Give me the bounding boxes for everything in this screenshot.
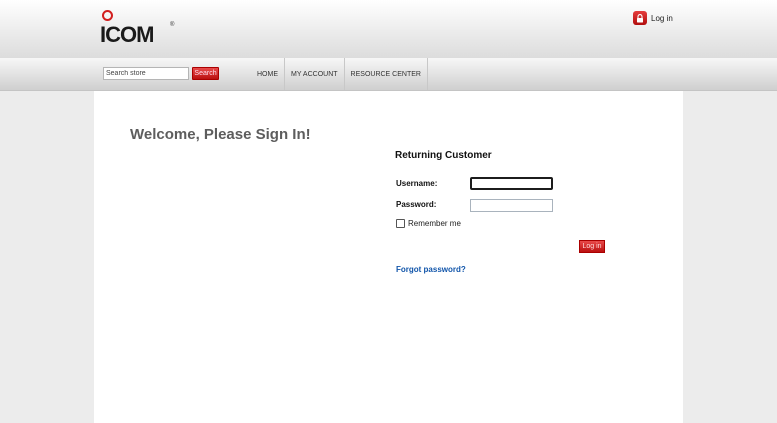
logo-trademark: ® bbox=[170, 22, 175, 28]
username-label: Username: bbox=[396, 179, 438, 188]
main-menu: HOME MY ACCOUNT RESOURCE CENTER bbox=[251, 58, 428, 90]
header-login-label: Log in bbox=[651, 13, 673, 23]
remember-me-checkbox[interactable] bbox=[396, 219, 405, 228]
menu-item-resource-center[interactable]: RESOURCE CENTER bbox=[343, 58, 428, 90]
password-label: Password: bbox=[396, 200, 437, 209]
forgot-password-link[interactable]: Forgot password? bbox=[396, 265, 466, 274]
search-bar: Search bbox=[103, 67, 219, 80]
logo-text: ICOM bbox=[100, 22, 154, 47]
remember-me-label: Remember me bbox=[408, 219, 461, 228]
search-input[interactable] bbox=[103, 67, 189, 80]
menu-item-my-account[interactable]: MY ACCOUNT bbox=[284, 58, 344, 90]
menu-item-home[interactable]: HOME bbox=[251, 58, 284, 90]
username-field[interactable] bbox=[470, 177, 553, 190]
lock-icon bbox=[633, 11, 647, 25]
header-login-link[interactable]: Log in bbox=[633, 10, 673, 26]
logo-ring-icon bbox=[102, 10, 113, 21]
login-submit-button[interactable]: Log in bbox=[579, 240, 605, 253]
search-button[interactable]: Search bbox=[192, 67, 219, 80]
password-field[interactable] bbox=[470, 199, 553, 212]
icom-logo[interactable]: ICOM ® bbox=[100, 10, 180, 47]
remember-me-row: Remember me bbox=[396, 219, 461, 228]
returning-customer-heading: Returning Customer bbox=[395, 150, 492, 161]
page-title: Welcome, Please Sign In! bbox=[130, 126, 311, 143]
